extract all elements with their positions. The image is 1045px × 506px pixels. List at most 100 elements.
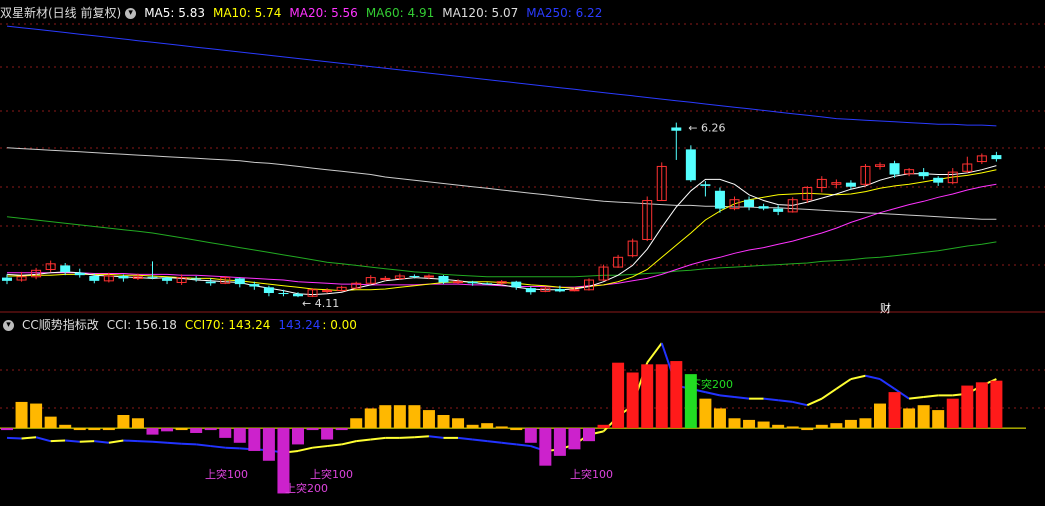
- cci-bar: [990, 380, 1003, 429]
- cci-bar: [481, 423, 494, 429]
- cci70-line: [865, 374, 881, 381]
- cci-bar: [408, 405, 421, 429]
- cci-bar: [452, 418, 465, 429]
- cci70-line: [734, 396, 750, 400]
- candle-body: [118, 275, 129, 279]
- cci70-line: [312, 445, 328, 449]
- candle-body: [758, 206, 769, 209]
- finance-marker: 财: [880, 301, 891, 315]
- stock-title: 双星新材(日线 前复权): [0, 6, 122, 20]
- candle-body: [89, 275, 100, 281]
- low-price-label: ← 4.11: [302, 297, 339, 310]
- cci70-line: [94, 440, 109, 444]
- zero-value-label: : 0.00: [322, 318, 357, 332]
- candle-body: [685, 149, 696, 181]
- cci-bar: [262, 428, 275, 461]
- cci70-line: [778, 399, 793, 403]
- cci70-line: [763, 397, 779, 402]
- cci70-line: [137, 440, 153, 443]
- break-up-200-label: 上突200: [285, 481, 328, 495]
- candle-body: [700, 184, 711, 186]
- cci-bar: [393, 405, 406, 429]
- cci70-line: [806, 397, 823, 407]
- ma5-label: MA5: 5.83: [144, 6, 205, 20]
- cci70-line: [835, 378, 852, 390]
- settings-icon[interactable]: ▾: [3, 319, 14, 331]
- cci-bar: [655, 364, 668, 429]
- cci70-line: [21, 436, 37, 440]
- cci-bar: [321, 428, 334, 440]
- cci70-line: [6, 436, 22, 440]
- cci-label: CCI: 156.18: [106, 318, 177, 332]
- cci70-line: [821, 388, 837, 400]
- candle-body: [205, 281, 216, 284]
- cci-bar: [524, 428, 537, 443]
- cci-bar: [801, 428, 814, 431]
- cci70-label: CCI70: 143.24: [184, 318, 271, 332]
- cci70-line: [850, 374, 866, 381]
- candle-body: [714, 190, 725, 209]
- cci-bar: [466, 424, 479, 429]
- candle-body: [525, 288, 536, 293]
- cci-bar: [88, 428, 101, 431]
- candle-body: [322, 290, 333, 293]
- cci-bar: [975, 382, 988, 429]
- cci-bar: [830, 423, 843, 429]
- cci-bar: [874, 403, 886, 429]
- cci-bar: [626, 372, 639, 429]
- cci-bar: [903, 408, 916, 429]
- cci-bar: [233, 428, 246, 443]
- candle-body: [889, 163, 900, 175]
- cci70-line: [487, 440, 502, 444]
- cci-bar: [1, 428, 13, 431]
- cci-bar: [495, 426, 508, 429]
- candle-body: [409, 275, 420, 277]
- ma20-line: [7, 183, 997, 288]
- break-up-100-label: 上突100: [205, 467, 248, 481]
- settings-icon[interactable]: ▾: [125, 7, 137, 19]
- cci-bar: [102, 428, 115, 431]
- cci-bar: [757, 421, 770, 429]
- chart-canvas[interactable]: ← 6.26← 4.11 财下突200上突100 上突100 上突100上突200: [0, 0, 1045, 506]
- cci70-line: [705, 391, 721, 397]
- candle-body: [453, 281, 464, 284]
- cci-bar: [73, 428, 86, 431]
- cci-bar: [772, 424, 785, 429]
- cci-bar: [437, 415, 450, 429]
- candle-body: [991, 155, 1002, 160]
- blue-value-label: 143.24: [278, 318, 321, 332]
- candle-body: [671, 127, 682, 131]
- cci-bar: [15, 401, 28, 429]
- cci-bar: [597, 424, 610, 429]
- ma10-label: MA10: 5.74: [212, 6, 282, 20]
- cci70-line: [166, 441, 182, 445]
- cci70-line: [414, 435, 430, 439]
- candle-body: [162, 277, 173, 281]
- cci-bar: [510, 428, 523, 431]
- cci70-line: [923, 394, 939, 399]
- cci-bar: [844, 419, 857, 429]
- cci70-line: [646, 342, 663, 364]
- cci-bar: [583, 428, 595, 442]
- cci-bar: [161, 428, 174, 432]
- cci70-line: [719, 394, 735, 399]
- ma60-label: MA60: 4.91: [365, 6, 435, 20]
- cci-bar: [932, 410, 945, 429]
- cci-bar: [379, 405, 392, 429]
- candle-body: [2, 277, 12, 281]
- candle-body: [744, 199, 755, 208]
- candle-body: [918, 172, 929, 177]
- cci70-line: [341, 440, 357, 446]
- cci-bar: [175, 428, 188, 431]
- candle-body: [60, 265, 71, 272]
- cci-bar: [553, 428, 566, 456]
- candle-body: [249, 284, 260, 287]
- cci-bar: [641, 364, 654, 429]
- cci-bar: [364, 408, 377, 429]
- cci-bar: [335, 428, 348, 431]
- candle-body: [278, 293, 289, 295]
- cci70-line: [472, 438, 488, 443]
- cci-bar: [422, 410, 435, 429]
- cci70-line: [457, 436, 473, 441]
- main-chart-header: 双星新材(日线 前复权) ▾ MA5: 5.83 MA10: 5.74 MA20…: [0, 4, 610, 22]
